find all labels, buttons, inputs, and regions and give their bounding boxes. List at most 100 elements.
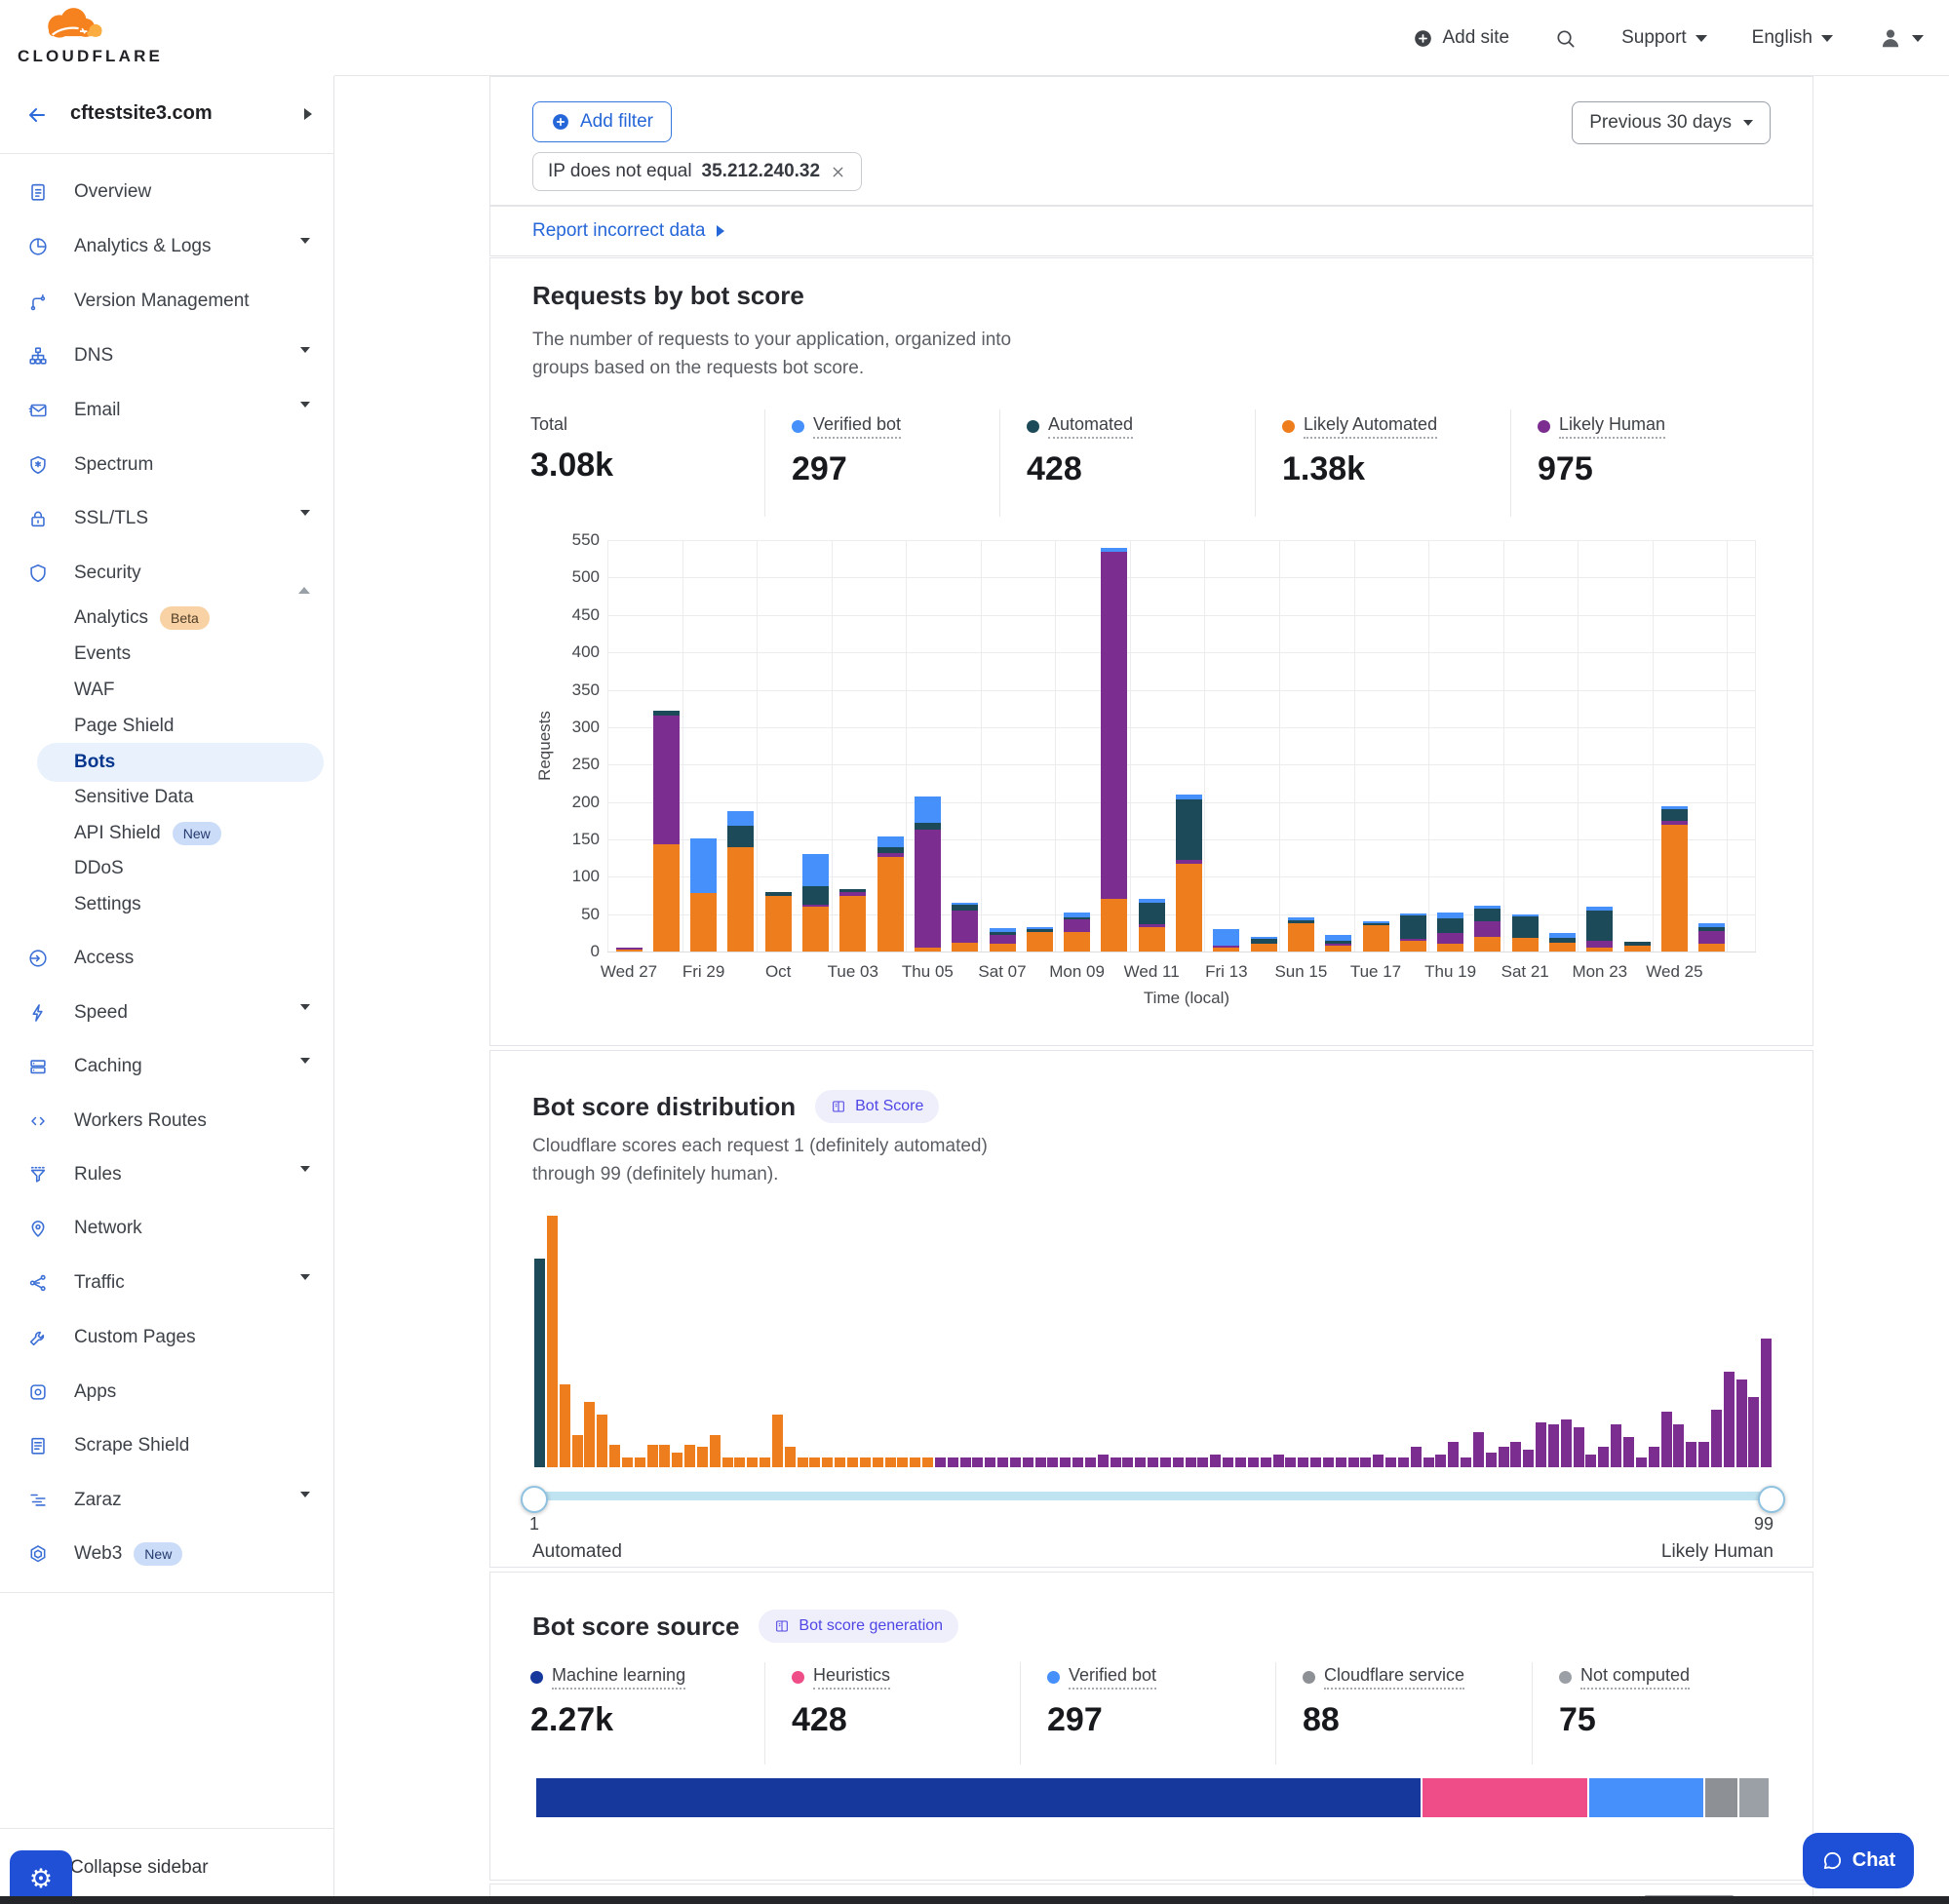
- email-icon: [27, 400, 49, 421]
- sidebar-item-scrape-shield[interactable]: Scrape Shield: [0, 1422, 333, 1469]
- sidebar-item-caching[interactable]: Caching: [0, 1043, 333, 1090]
- back-arrow-icon[interactable]: [25, 103, 49, 127]
- histogram-bar: [572, 1435, 583, 1468]
- stat-label[interactable]: Heuristics: [813, 1665, 890, 1690]
- filter-chip-value: 35.212.240.32: [702, 161, 821, 182]
- x-axis-tick: Wed 25: [1627, 962, 1721, 982]
- score-range-slider-track[interactable]: [534, 1492, 1774, 1500]
- stat-value: 428: [1027, 450, 1133, 488]
- bot-score-source-card: Bot score source Bot score generation Ma…: [489, 1572, 1813, 1881]
- sidebar-item-dns[interactable]: DNS: [0, 332, 333, 379]
- histogram-bar: [847, 1457, 858, 1467]
- close-icon[interactable]: [830, 164, 846, 180]
- sidebar-item-network[interactable]: Network: [0, 1205, 333, 1252]
- language-menu[interactable]: English: [1752, 27, 1833, 49]
- bot-score-doc-badge[interactable]: Bot Score: [815, 1090, 939, 1123]
- sidebar-item-analytics-logs[interactable]: Analytics & Logs: [0, 223, 333, 270]
- histogram-bar: [1261, 1457, 1271, 1467]
- slider-knob-min[interactable]: [521, 1486, 548, 1513]
- histogram-bar: [1047, 1457, 1058, 1467]
- filter-chip-text: IP does not equal: [548, 161, 692, 182]
- stat-label[interactable]: Verified bot: [813, 414, 901, 439]
- sidebar-item-apps[interactable]: Apps: [0, 1369, 333, 1416]
- chart-bar: [1363, 921, 1389, 952]
- sidebar-item-web3[interactable]: Web3New: [0, 1531, 333, 1577]
- histogram-bar: [1360, 1457, 1371, 1467]
- histogram-bar: [1135, 1457, 1146, 1467]
- chevron-up-icon: [298, 570, 310, 588]
- histogram-bar: [1473, 1432, 1484, 1467]
- sidebar-item-label: Zaraz: [74, 1477, 122, 1524]
- sidebar-item-version-management[interactable]: Version Management: [0, 278, 333, 325]
- sidebar-item-label: Scrape Shield: [74, 1422, 189, 1469]
- stat-divider: [999, 409, 1000, 517]
- add-site-button[interactable]: Add site: [1413, 27, 1509, 49]
- language-label: English: [1752, 27, 1813, 49]
- sidebar-item-access[interactable]: Access: [0, 935, 333, 982]
- x-axis-label: Time (local): [1123, 989, 1250, 1008]
- histogram-bar: [1510, 1442, 1521, 1467]
- bot-score-generation-doc-badge[interactable]: Bot score generation: [759, 1610, 958, 1643]
- legend-dot: [792, 1671, 804, 1684]
- search-button[interactable]: [1554, 27, 1577, 50]
- stat-label[interactable]: Verified bot: [1069, 1665, 1156, 1690]
- chart-bar: [1064, 913, 1090, 952]
- date-range-dropdown[interactable]: Previous 30 days: [1572, 101, 1771, 144]
- source-bar-segment-heuristics: [1423, 1778, 1589, 1817]
- chat-label: Chat: [1852, 1849, 1895, 1872]
- slider-knob-max[interactable]: [1758, 1486, 1785, 1513]
- sidebar-item-security[interactable]: Security: [0, 550, 333, 597]
- stat-label[interactable]: Not computed: [1580, 1665, 1690, 1690]
- custom-icon: [27, 1327, 49, 1348]
- site-switcher-caret-icon[interactable]: [304, 108, 312, 120]
- histogram-bar: [734, 1457, 745, 1467]
- sidebar-item-settings[interactable]: Settings: [0, 881, 333, 928]
- chat-button[interactable]: Chat: [1803, 1833, 1914, 1888]
- sidebar-item-ssl-tls[interactable]: SSL/TLS: [0, 495, 333, 542]
- stat-value: 2.27k: [530, 1701, 685, 1739]
- filter-chip[interactable]: IP does not equal 35.212.240.32: [532, 152, 862, 191]
- chart-bar: [1139, 899, 1165, 952]
- sidebar-item-overview[interactable]: Overview: [0, 169, 333, 215]
- stat-label[interactable]: Machine learning: [552, 1665, 685, 1690]
- sidebar-item-zaraz[interactable]: Zaraz: [0, 1477, 333, 1524]
- preferences-gear-button[interactable]: ⚙: [10, 1850, 72, 1896]
- sidebar-item-workers-routes[interactable]: Workers Routes: [0, 1098, 333, 1145]
- support-menu[interactable]: Support: [1621, 27, 1707, 49]
- collapse-sidebar-button[interactable]: Collapse sidebar: [70, 1857, 209, 1879]
- distribution-description-line1: Cloudflare scores each request 1 (defini…: [532, 1133, 988, 1161]
- sidebar-item-label: SSL/TLS: [74, 495, 148, 542]
- histogram-bar: [1574, 1427, 1584, 1467]
- stat-label[interactable]: Automated: [1048, 414, 1133, 439]
- add-filter-button[interactable]: Add filter: [532, 101, 672, 142]
- sidebar-item-rules[interactable]: Rules: [0, 1151, 333, 1198]
- legend-dot: [1303, 1671, 1315, 1684]
- chevron-down-icon: [1696, 35, 1707, 42]
- sidebar-item-custom-pages[interactable]: Custom Pages: [0, 1314, 333, 1361]
- account-menu[interactable]: [1878, 25, 1924, 51]
- chart-bar: [839, 889, 866, 952]
- stat-automated: Automated 428: [1027, 414, 1133, 488]
- sidebar-item-spectrum[interactable]: Spectrum: [0, 442, 333, 488]
- report-link-label: Report incorrect data: [532, 220, 705, 242]
- sidebar-item-traffic[interactable]: Traffic: [0, 1260, 333, 1306]
- stat-label[interactable]: Cloudflare service: [1324, 1665, 1464, 1690]
- sidebar-item-speed[interactable]: Speed: [0, 990, 333, 1036]
- sidebar-item-email[interactable]: Email: [0, 387, 333, 434]
- histogram-bar: [1711, 1410, 1722, 1467]
- cloudflare-logo[interactable]: CLOUDFLARE: [18, 3, 163, 66]
- source-bar-segment-not-computed: [1739, 1778, 1769, 1817]
- site-name[interactable]: cftestsite3.com: [70, 102, 213, 125]
- legend-dot: [792, 420, 804, 433]
- histogram-bar: [1724, 1372, 1735, 1467]
- legend-dot: [1047, 1671, 1060, 1684]
- stat-label[interactable]: Likely Human: [1559, 414, 1665, 439]
- speed-icon: [27, 1002, 49, 1024]
- caching-icon: [27, 1056, 49, 1077]
- book-icon: [831, 1099, 846, 1114]
- chevron-down-icon: [300, 244, 310, 261]
- bot-score-badge-label: Bot Score: [855, 1098, 923, 1115]
- bot-score-distribution-card: Bot score distribution Bot Score Cloudfl…: [489, 1050, 1813, 1568]
- stat-label[interactable]: Likely Automated: [1304, 414, 1437, 439]
- report-incorrect-data-link[interactable]: Report incorrect data: [532, 207, 724, 255]
